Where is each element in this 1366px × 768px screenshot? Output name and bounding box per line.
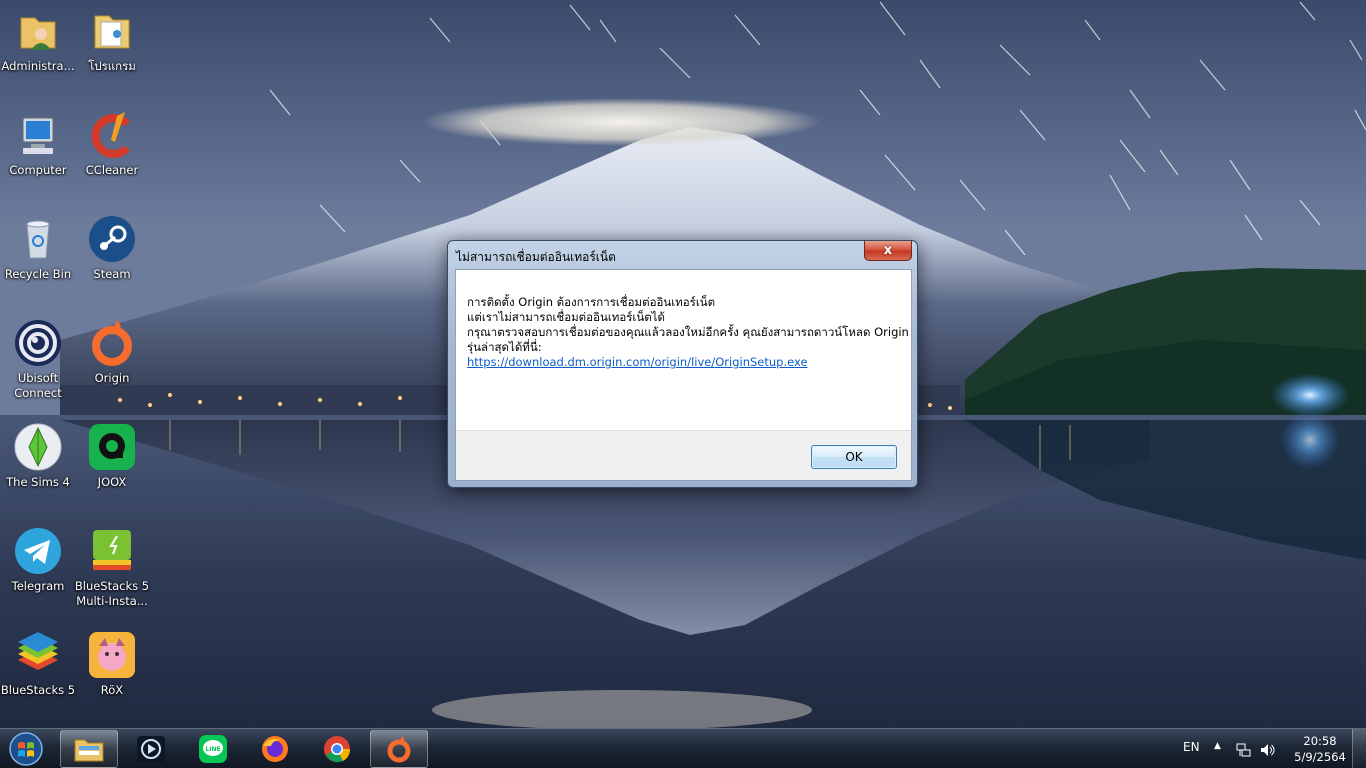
desktop-icon-label: Telegram: [11, 579, 65, 593]
chrome-icon: [324, 736, 351, 763]
desktop-icon-steam[interactable]: Steam: [74, 214, 150, 282]
desktop-icon-the-sims-4[interactable]: The Sims 4: [0, 422, 76, 490]
clock-time: 20:58: [1303, 734, 1337, 748]
computer-icon: [13, 110, 63, 160]
dialog-title: ไม่สามารถเชื่อมต่ออินเทอร์เน็ต: [456, 250, 616, 264]
desktop-icon-computer[interactable]: Computer: [0, 110, 76, 178]
ubisoft-icon: [13, 318, 63, 368]
taskbar-file-explorer[interactable]: [60, 730, 118, 768]
telegram-icon: [13, 526, 63, 576]
desktop-icon-label: Administra...: [1, 59, 75, 73]
desktop-icon-administrator[interactable]: Administra...: [0, 6, 76, 74]
file-explorer-icon: [74, 739, 104, 762]
message-line: การติดตั้ง Origin ต้องการการเชื่อมต่ออิน…: [467, 295, 716, 309]
desktop-icon-label: Computer: [9, 163, 67, 177]
desktop-icon-bluestacks-5[interactable]: BlueStacks 5: [0, 630, 76, 698]
close-icon: x: [883, 243, 893, 258]
desktop-icon-label: BlueStacks 5 Multi-Insta...: [74, 579, 150, 608]
steam-icon: [87, 214, 137, 264]
network-icon[interactable]: [1236, 742, 1252, 758]
message-line: รุ่นล่าสุดได้ที่นี่:: [467, 340, 542, 354]
connection-error-dialog: ไม่สามารถเชื่อมต่ออินเทอร์เน็ต x การติดต…: [447, 240, 918, 488]
svg-text:LINE: LINE: [205, 746, 220, 753]
folder-icon: [87, 6, 137, 56]
desktop-icon-joox[interactable]: JOOX: [74, 422, 150, 490]
volume-icon[interactable]: [1259, 742, 1275, 758]
windows-orb-icon: [9, 732, 43, 766]
origin-icon: [87, 318, 137, 368]
start-button[interactable]: [4, 731, 48, 767]
desktop-icon-rox[interactable]: RöX: [74, 630, 150, 698]
desktop-icon-label: RöX: [100, 683, 124, 697]
taskbar-chrome[interactable]: [308, 730, 366, 768]
bluestacks-icon: [13, 630, 63, 680]
desktop-icon-label: JOOX: [97, 475, 127, 489]
taskbar-line[interactable]: LINE: [184, 730, 242, 768]
desktop-icon-label: Recycle Bin: [4, 267, 72, 281]
close-button[interactable]: x: [864, 241, 912, 261]
firefox-icon: [262, 736, 288, 762]
show-hidden-icons-icon[interactable]: ▲: [1214, 741, 1221, 751]
download-link[interactable]: https://download.dm.origin.com/origin/li…: [467, 355, 911, 370]
recycle-bin-icon: [13, 214, 63, 264]
taskbar: LINE EN ▲ 20:58 5/9/2564: [0, 728, 1366, 768]
desktop-icon-label: Ubisoft Connect: [14, 371, 62, 400]
desktop-icon-label: Origin: [94, 371, 130, 385]
desktop-icon-label: โปรแกรม: [88, 59, 136, 73]
desktop-icon-label: The Sims 4: [6, 475, 70, 489]
clock-date: 5/9/2564: [1294, 750, 1346, 764]
ok-button[interactable]: OK: [811, 445, 897, 469]
taskbar-media-player[interactable]: [122, 730, 180, 768]
ccleaner-icon: [87, 110, 137, 160]
origin-icon: [387, 736, 411, 763]
desktop-icon-programs[interactable]: โปรแกรม: [74, 6, 150, 74]
desktop-icon-origin[interactable]: Origin: [74, 318, 150, 386]
dialog-message: การติดตั้ง Origin ต้องการการเชื่อมต่ออิน…: [456, 270, 911, 430]
desktop-icon-telegram[interactable]: Telegram: [0, 526, 76, 594]
desktop-icon-ubisoft-connect[interactable]: Ubisoft Connect: [0, 318, 76, 401]
user-folder-icon: [13, 6, 63, 56]
desktop-icon-label: CCleaner: [85, 163, 139, 177]
taskbar-firefox[interactable]: [246, 730, 304, 768]
show-desktop-button[interactable]: [1352, 729, 1366, 768]
taskbar-origin[interactable]: [370, 730, 428, 768]
clock[interactable]: 20:58 5/9/2564: [1290, 733, 1350, 765]
language-indicator[interactable]: EN: [1183, 740, 1200, 754]
joox-icon: [87, 422, 137, 472]
dialog-footer: OK: [456, 430, 911, 480]
rox-icon: [87, 630, 137, 680]
line-icon: LINE: [199, 735, 227, 763]
media-player-icon: [137, 736, 165, 762]
desktop-icon-recycle-bin[interactable]: Recycle Bin: [0, 214, 76, 282]
desktop-icon-label: Steam: [93, 267, 131, 281]
desktop-icon-ccleaner[interactable]: CCleaner: [74, 110, 150, 178]
desktop-icon-bluestacks-multi-instance[interactable]: BlueStacks 5 Multi-Insta...: [74, 526, 150, 609]
dialog-body: การติดตั้ง Origin ต้องการการเชื่อมต่ออิน…: [455, 269, 912, 481]
message-line: แต่เราไม่สามารถเชื่อมต่ออินเทอร์เน็ตได้: [467, 310, 665, 324]
sims-plumbob-icon: [13, 422, 63, 472]
desktop-icon-label: BlueStacks 5: [0, 683, 76, 697]
bluestacks-multi-icon: [87, 526, 137, 576]
message-line: กรุณาตรวจสอบการเชื่อมต่อของคุณแล้วลองใหม…: [467, 325, 909, 339]
